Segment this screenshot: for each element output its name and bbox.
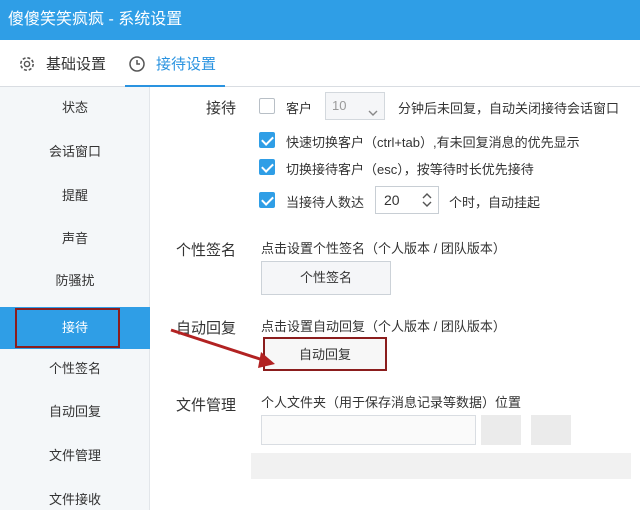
gear-icon [18,55,36,73]
sidebar-item-status[interactable]: 状态 [0,89,150,127]
sidebar: 状态 会话窗口 提醒 声音 防骚扰 接待 个性签名 自动回复 文件管理 文件接收 [0,87,150,510]
customer-label: 客户 [286,101,313,116]
fast-switch-text: 快速切换客户（ctrl+tab）,有未回复消息的优先显示 [286,135,580,150]
tab-basic-settings[interactable]: 基础设置 [18,40,106,87]
customer-minutes-select[interactable]: 10 [325,92,385,120]
sidebar-item-reminder[interactable]: 提醒 [0,177,150,215]
tab-bar: 基础设置 接待设置 [0,40,640,87]
sidebar-item-signature[interactable]: 个性签名 [0,350,150,388]
switch-reception-text: 切换接待客户（esc），按等待时长优先接待 [286,162,534,177]
customer-minutes-value: 10 [332,98,347,113]
reception-section-label: 接待 [206,100,237,117]
file-management-section-label: 文件管理 [176,397,237,414]
sidebar-item-sound[interactable]: 声音 [0,220,150,258]
signature-section-label: 个性签名 [176,242,237,259]
fast-switch-checkbox[interactable] [259,132,275,148]
signature-button[interactable]: 个性签名 [261,261,391,295]
tab-reception-settings[interactable]: 接待设置 [128,40,216,87]
sidebar-item-file-management[interactable]: 文件管理 [0,437,150,475]
auto-reply-button[interactable]: 自动回复 [263,337,387,371]
chevron-down-icon [368,101,378,116]
reception-limit-suffix: 个时，自动挂起 [449,195,541,210]
auto-reply-section-label: 自动回复 [176,320,237,337]
sidebar-item-chat-window[interactable]: 会话窗口 [0,133,150,171]
sidebar-item-anti-harass[interactable]: 防骚扰 [0,262,150,300]
reception-limit-prefix: 当接待人数达 [286,195,365,210]
auto-reply-hint: 点击设置自动回复（个人版本 / 团队版本） [261,319,506,334]
window-title: 傻傻笑笑疯疯 - 系统设置 [0,0,640,40]
browse-button-obscured[interactable] [481,415,521,445]
sidebar-item-reception[interactable]: 接待 [0,307,150,349]
clock-icon [128,55,146,73]
signature-hint: 点击设置个性签名（个人版本 / 团队版本） [261,241,506,256]
switch-reception-checkbox[interactable] [259,159,275,175]
sidebar-item-file-receive[interactable]: 文件接收 [0,481,150,510]
watermark-overlay [251,453,631,479]
tab-label: 接待设置 [156,56,217,73]
auto-close-text: 分钟后未回复，自动关闭接待会话窗口 [398,101,620,116]
customer-timeout-checkbox[interactable] [259,98,275,114]
reception-limit-checkbox[interactable] [259,192,275,208]
open-button-obscured[interactable] [531,415,571,445]
sidebar-item-auto-reply[interactable]: 自动回复 [0,393,150,431]
file-path-input[interactable] [261,415,476,445]
reception-limit-value: 20 [384,192,400,208]
tab-label: 基础设置 [46,56,107,73]
stepper-arrows-icon[interactable] [422,191,432,209]
file-management-hint: 个人文件夹（用于保存消息记录等数据）位置 [261,395,522,410]
settings-panel: 接待 客户 10 分钟后未回复，自动关闭接待会话窗口 快速切换客户（ctrl+t… [151,88,640,510]
reception-limit-stepper[interactable]: 20 [375,186,439,214]
